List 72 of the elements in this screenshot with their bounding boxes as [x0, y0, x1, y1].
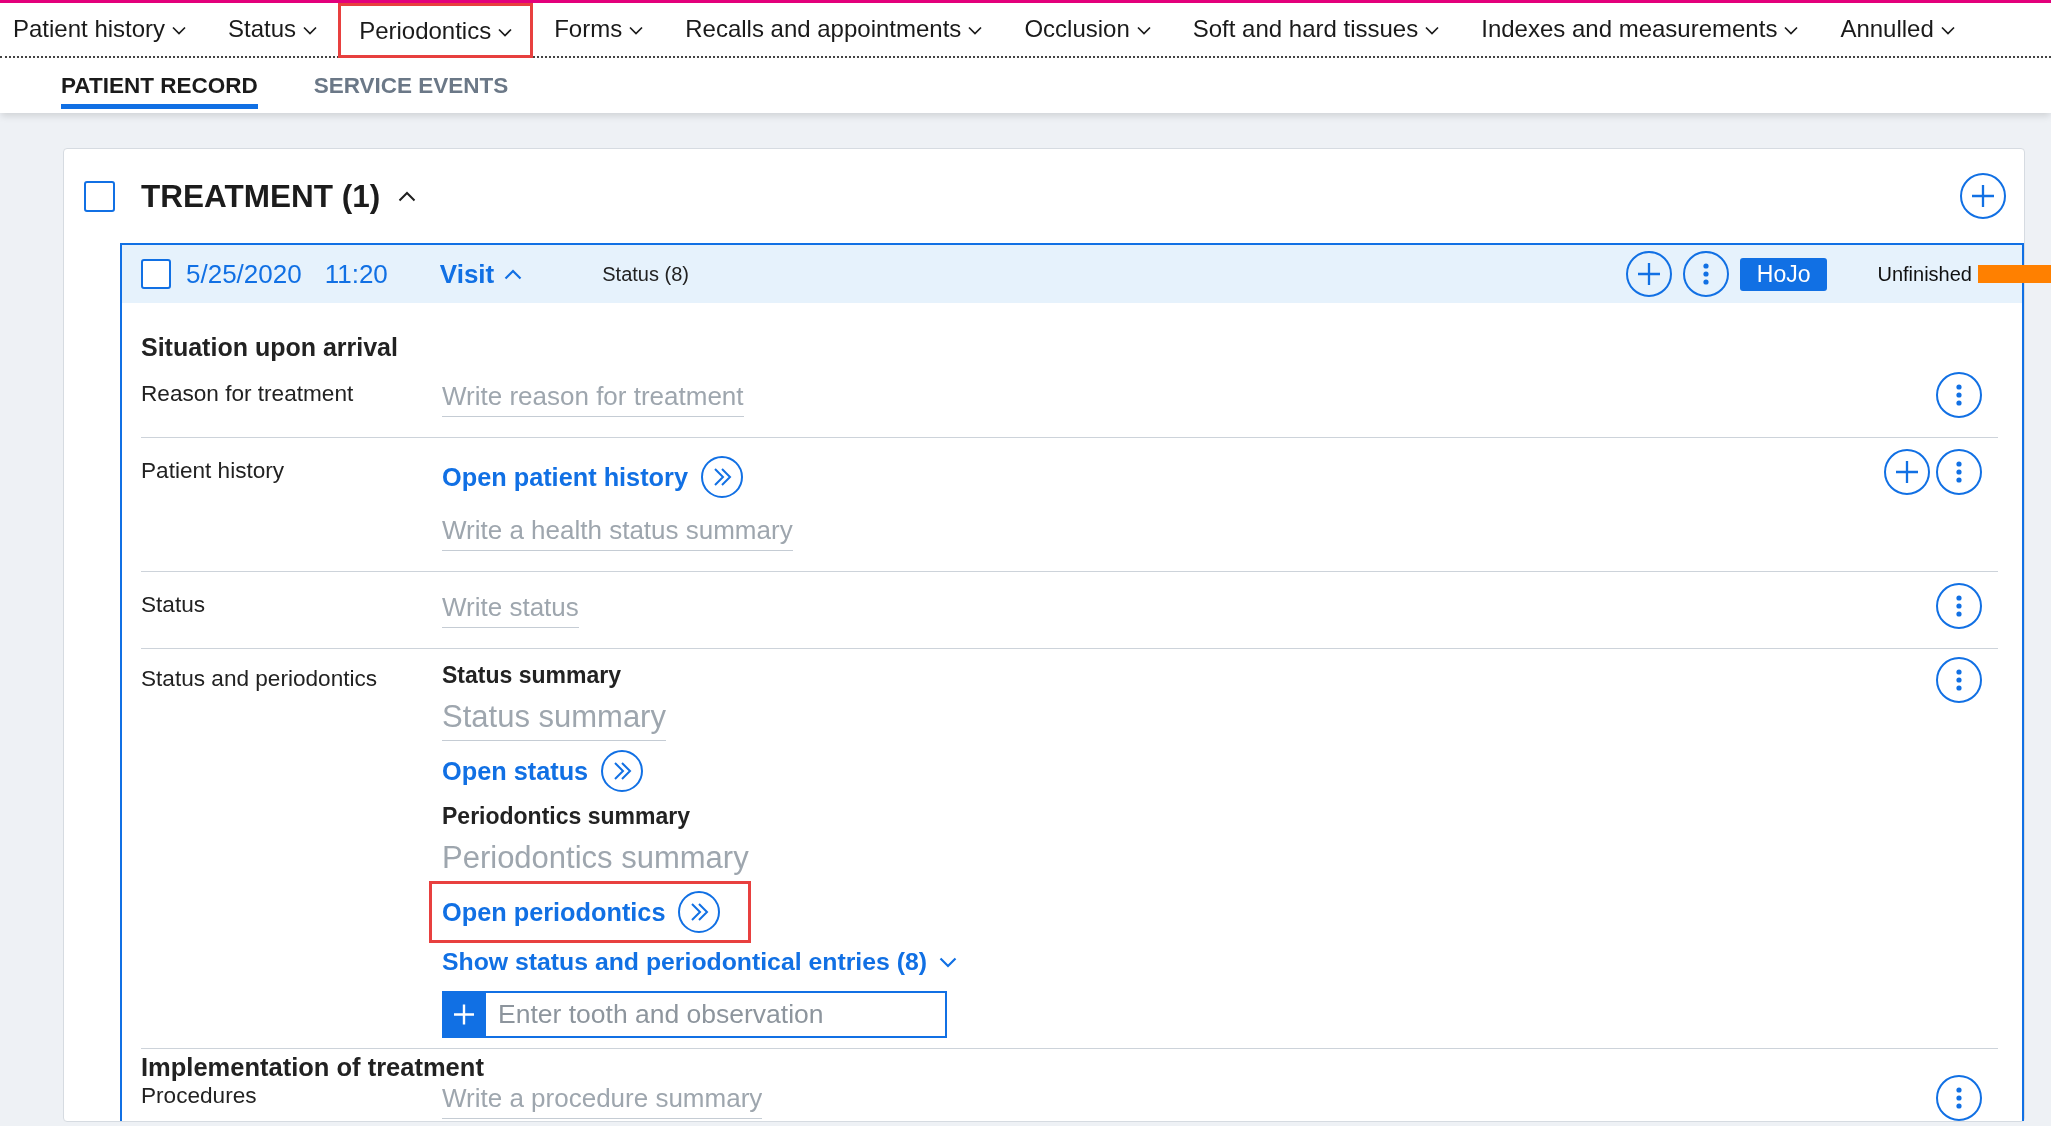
- checkbox[interactable]: [141, 259, 171, 289]
- plus-icon: [1896, 461, 1918, 483]
- menu-item[interactable]: Indexes and measurements: [1460, 3, 1820, 58]
- menu-item[interactable]: Soft and hard tissues: [1171, 3, 1461, 58]
- tab[interactable]: SERVICE EVENTS: [313, 73, 509, 109]
- more-icon: [1956, 669, 1962, 691]
- more-button[interactable]: [1682, 251, 1729, 297]
- menu-item[interactable]: Periodontics: [338, 3, 534, 58]
- field-label: Patient history: [141, 457, 286, 485]
- more-button[interactable]: [1936, 1075, 1982, 1121]
- observation-field[interactable]: Enter tooth and observation: [486, 991, 947, 1038]
- status-count: Status (8): [602, 262, 689, 286]
- more-button[interactable]: [1936, 583, 1982, 629]
- more-icon: [1956, 595, 1962, 617]
- plus-icon: [1972, 185, 1994, 207]
- section-heading: Implementation of treatment: [141, 1052, 485, 1081]
- double-chevron-icon: [601, 750, 644, 792]
- chevron-down-icon: [172, 26, 187, 35]
- chevron-down-icon: [1136, 26, 1151, 35]
- summary-field[interactable]: Periodontics summary: [442, 836, 749, 882]
- author-badge: HoJo: [1739, 257, 1828, 291]
- chevron-down-icon: [968, 26, 983, 35]
- summary-field[interactable]: Status summary: [442, 695, 666, 741]
- section-heading: Situation upon arrival: [141, 332, 399, 361]
- text-field[interactable]: Write reason for treatment: [442, 379, 744, 417]
- more-button[interactable]: [1936, 657, 1982, 703]
- field-label: Reason for treatment: [141, 380, 355, 408]
- field-label: Status: [141, 591, 207, 619]
- menu-item[interactable]: Recalls and appointments: [664, 3, 1004, 58]
- more-icon: [1702, 263, 1709, 285]
- menu-item[interactable]: Annulled: [1819, 3, 1976, 58]
- tab[interactable]: PATIENT RECORD: [61, 73, 258, 109]
- expand-toggle[interactable]: Show status and periodontical entries (8): [442, 948, 957, 976]
- double-chevron-icon: [700, 456, 743, 498]
- subheading: Status summary: [442, 661, 621, 690]
- visit-toggle[interactable]: Visit: [439, 258, 523, 290]
- more-button[interactable]: [1936, 449, 1982, 495]
- text-field[interactable]: Write a procedure summary: [442, 1081, 763, 1119]
- chevron-down-icon: [629, 26, 644, 35]
- status-text: Unfinished: [1877, 262, 1972, 286]
- add-button[interactable]: [1960, 173, 2006, 219]
- chevron-down-icon: [1784, 26, 1799, 35]
- visit-time: 11:20: [324, 258, 388, 290]
- visit-date: 5/25/2020: [186, 258, 302, 290]
- menu-item[interactable]: Occlusion: [1003, 3, 1172, 58]
- field-label: Status and periodontics: [141, 665, 379, 693]
- more-icon: [1956, 384, 1962, 406]
- add-button[interactable]: [1884, 449, 1930, 495]
- more-icon: [1956, 461, 1962, 483]
- checkbox[interactable]: [84, 180, 115, 212]
- chevron-down-icon: [498, 27, 513, 37]
- text-field[interactable]: Write a health status summary: [442, 513, 793, 551]
- chevron-up-icon[interactable]: [398, 190, 417, 202]
- chevron-down-icon: [303, 26, 318, 35]
- link[interactable]: Open patient history: [429, 446, 774, 508]
- menu-item[interactable]: Forms: [533, 3, 665, 58]
- section-title: TREATMENT (1): [141, 177, 381, 215]
- chevron-down-icon: [1425, 26, 1440, 35]
- subheading: Periodontics summary: [442, 802, 690, 831]
- chevron-down-icon: [1940, 26, 1955, 35]
- add-button[interactable]: [1625, 251, 1672, 297]
- text-field[interactable]: Write status: [442, 590, 579, 628]
- menu-item[interactable]: Patient history: [0, 3, 208, 58]
- link[interactable]: Open periodontics: [429, 881, 752, 943]
- link[interactable]: Open status: [429, 740, 675, 802]
- double-chevron-icon: [678, 891, 721, 933]
- more-button[interactable]: [1936, 372, 1982, 418]
- menu-item[interactable]: Status: [207, 3, 339, 58]
- plus-icon: [1637, 263, 1660, 285]
- more-icon: [1956, 1087, 1962, 1109]
- plus-icon[interactable]: [442, 991, 486, 1038]
- field-label: Procedures: [141, 1082, 258, 1110]
